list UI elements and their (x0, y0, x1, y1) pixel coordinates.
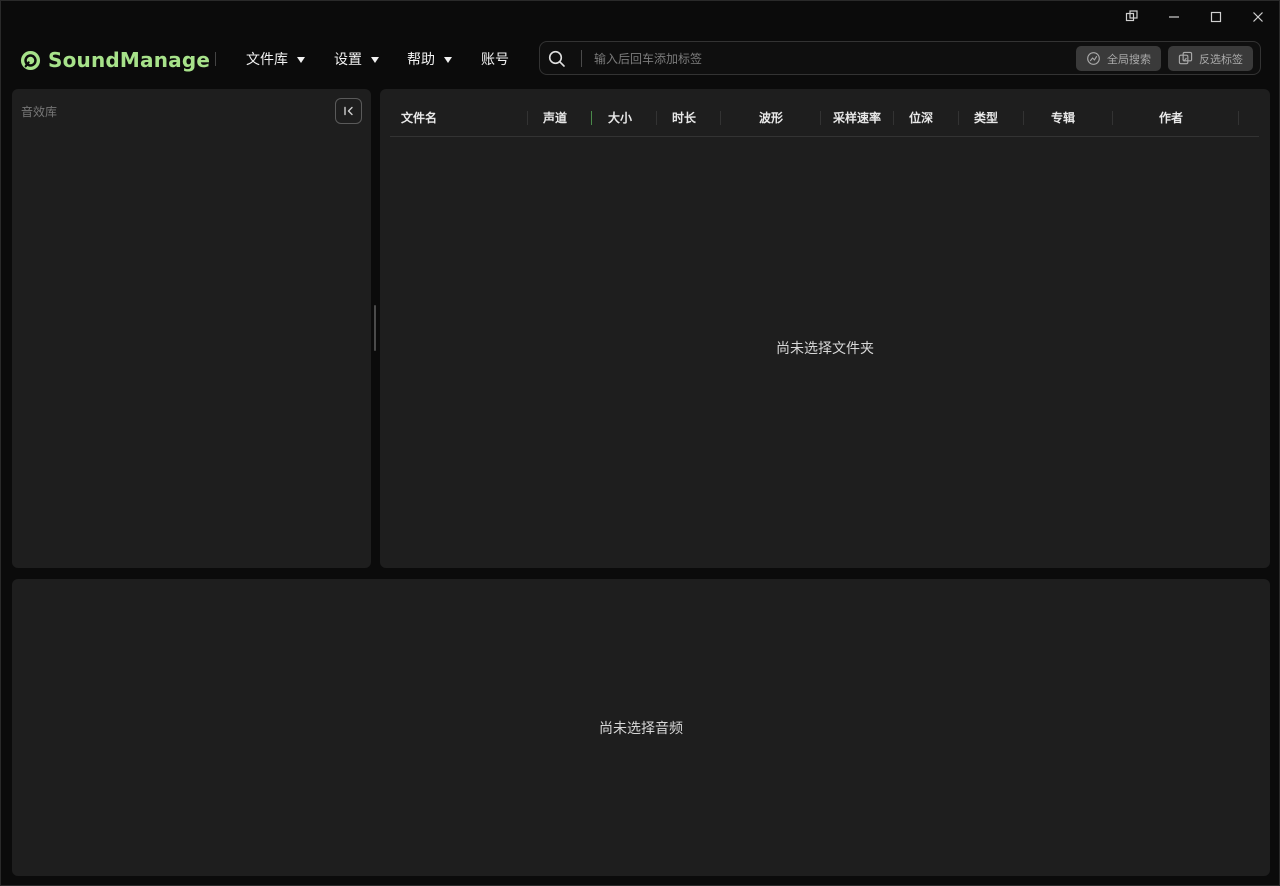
logo-icon (20, 50, 41, 70)
nav-help-menu[interactable]: 帮助 (407, 48, 452, 70)
column-divider[interactable] (1112, 111, 1113, 125)
caret-down-icon (444, 56, 452, 63)
column-divider-active[interactable] (591, 111, 592, 125)
search-icon (548, 50, 565, 67)
brand-name: SoundManage (48, 48, 211, 72)
global-search-button[interactable]: 全局搜索 (1076, 46, 1161, 71)
column-divider[interactable] (656, 111, 657, 125)
nav-account-label: 账号 (481, 52, 509, 68)
sound-library-panel: 音效库 (12, 89, 371, 568)
column-header-filename[interactable]: 文件名 (401, 109, 437, 126)
column-divider[interactable] (1023, 111, 1024, 125)
nav-settings-menu[interactable]: 设置 (334, 48, 379, 70)
nav-library-label: 文件库 (246, 52, 288, 68)
invert-tags-button[interactable]: 反选标签 (1168, 46, 1253, 71)
column-header-duration[interactable]: 时长 (672, 109, 696, 126)
search-divider (581, 50, 582, 67)
column-header-sample-rate[interactable]: 采样速率 (833, 109, 881, 126)
invert-select-icon (1178, 51, 1193, 65)
column-header-size[interactable]: 大小 (608, 109, 632, 126)
column-divider[interactable] (720, 111, 721, 125)
column-header-type[interactable]: 类型 (974, 109, 998, 126)
search-bar: 全局搜索 反选标签 (539, 41, 1261, 75)
caret-down-icon (371, 56, 379, 63)
column-divider[interactable] (958, 111, 959, 125)
maximize-icon[interactable] (1195, 1, 1237, 33)
column-divider[interactable] (893, 111, 894, 125)
caret-down-icon (297, 56, 305, 63)
file-list-panel: 文件名 声道 大小 时长 波形 采样速率 位深 类型 专辑 作者 尚未选择文件夹 (380, 89, 1270, 568)
tag-search-input[interactable] (594, 48, 1064, 70)
minimize-icon[interactable] (1153, 1, 1195, 33)
restore-icon[interactable] (1111, 1, 1153, 33)
audio-player-panel: 尚未选择音频 (12, 579, 1270, 876)
nav-settings-label: 设置 (334, 52, 362, 68)
global-search-label: 全局搜索 (1107, 52, 1151, 66)
column-divider[interactable] (527, 111, 528, 125)
nav-account[interactable]: 账号 (481, 48, 509, 70)
collapse-left-icon (343, 106, 353, 116)
collapse-sidebar-button[interactable] (335, 98, 362, 124)
window-controls (1111, 1, 1279, 33)
nav-library-menu[interactable]: 文件库 (246, 48, 305, 70)
sidebar-title: 音效库 (21, 105, 58, 119)
nav-help-label: 帮助 (407, 52, 435, 68)
panel-resize-handle[interactable] (374, 305, 376, 351)
column-header-album[interactable]: 专辑 (1051, 109, 1075, 126)
column-header-bit-depth[interactable]: 位深 (909, 109, 933, 126)
column-divider[interactable] (820, 111, 821, 125)
column-header-author[interactable]: 作者 (1159, 109, 1183, 126)
invert-tags-label: 反选标签 (1199, 52, 1243, 66)
column-header-channels[interactable]: 声道 (543, 109, 567, 126)
column-divider[interactable] (1238, 111, 1239, 125)
logo[interactable]: SoundManage (20, 48, 210, 72)
column-header-waveform[interactable]: 波形 (759, 109, 783, 126)
no-folder-message: 尚未选择文件夹 (776, 341, 874, 357)
logo-divider (215, 52, 216, 66)
app-window: SoundManage 文件库 设置 帮助 账号 输入后回车添加标签 全局搜索 … (0, 0, 1280, 886)
global-search-icon (1087, 52, 1100, 65)
close-icon[interactable] (1237, 1, 1279, 33)
file-table-header: 文件名 声道 大小 时长 波形 采样速率 位深 类型 专辑 作者 (390, 101, 1259, 137)
header: SoundManage 文件库 设置 帮助 账号 输入后回车添加标签 全局搜索 … (1, 39, 1279, 79)
no-audio-message: 尚未选择音频 (599, 721, 683, 737)
